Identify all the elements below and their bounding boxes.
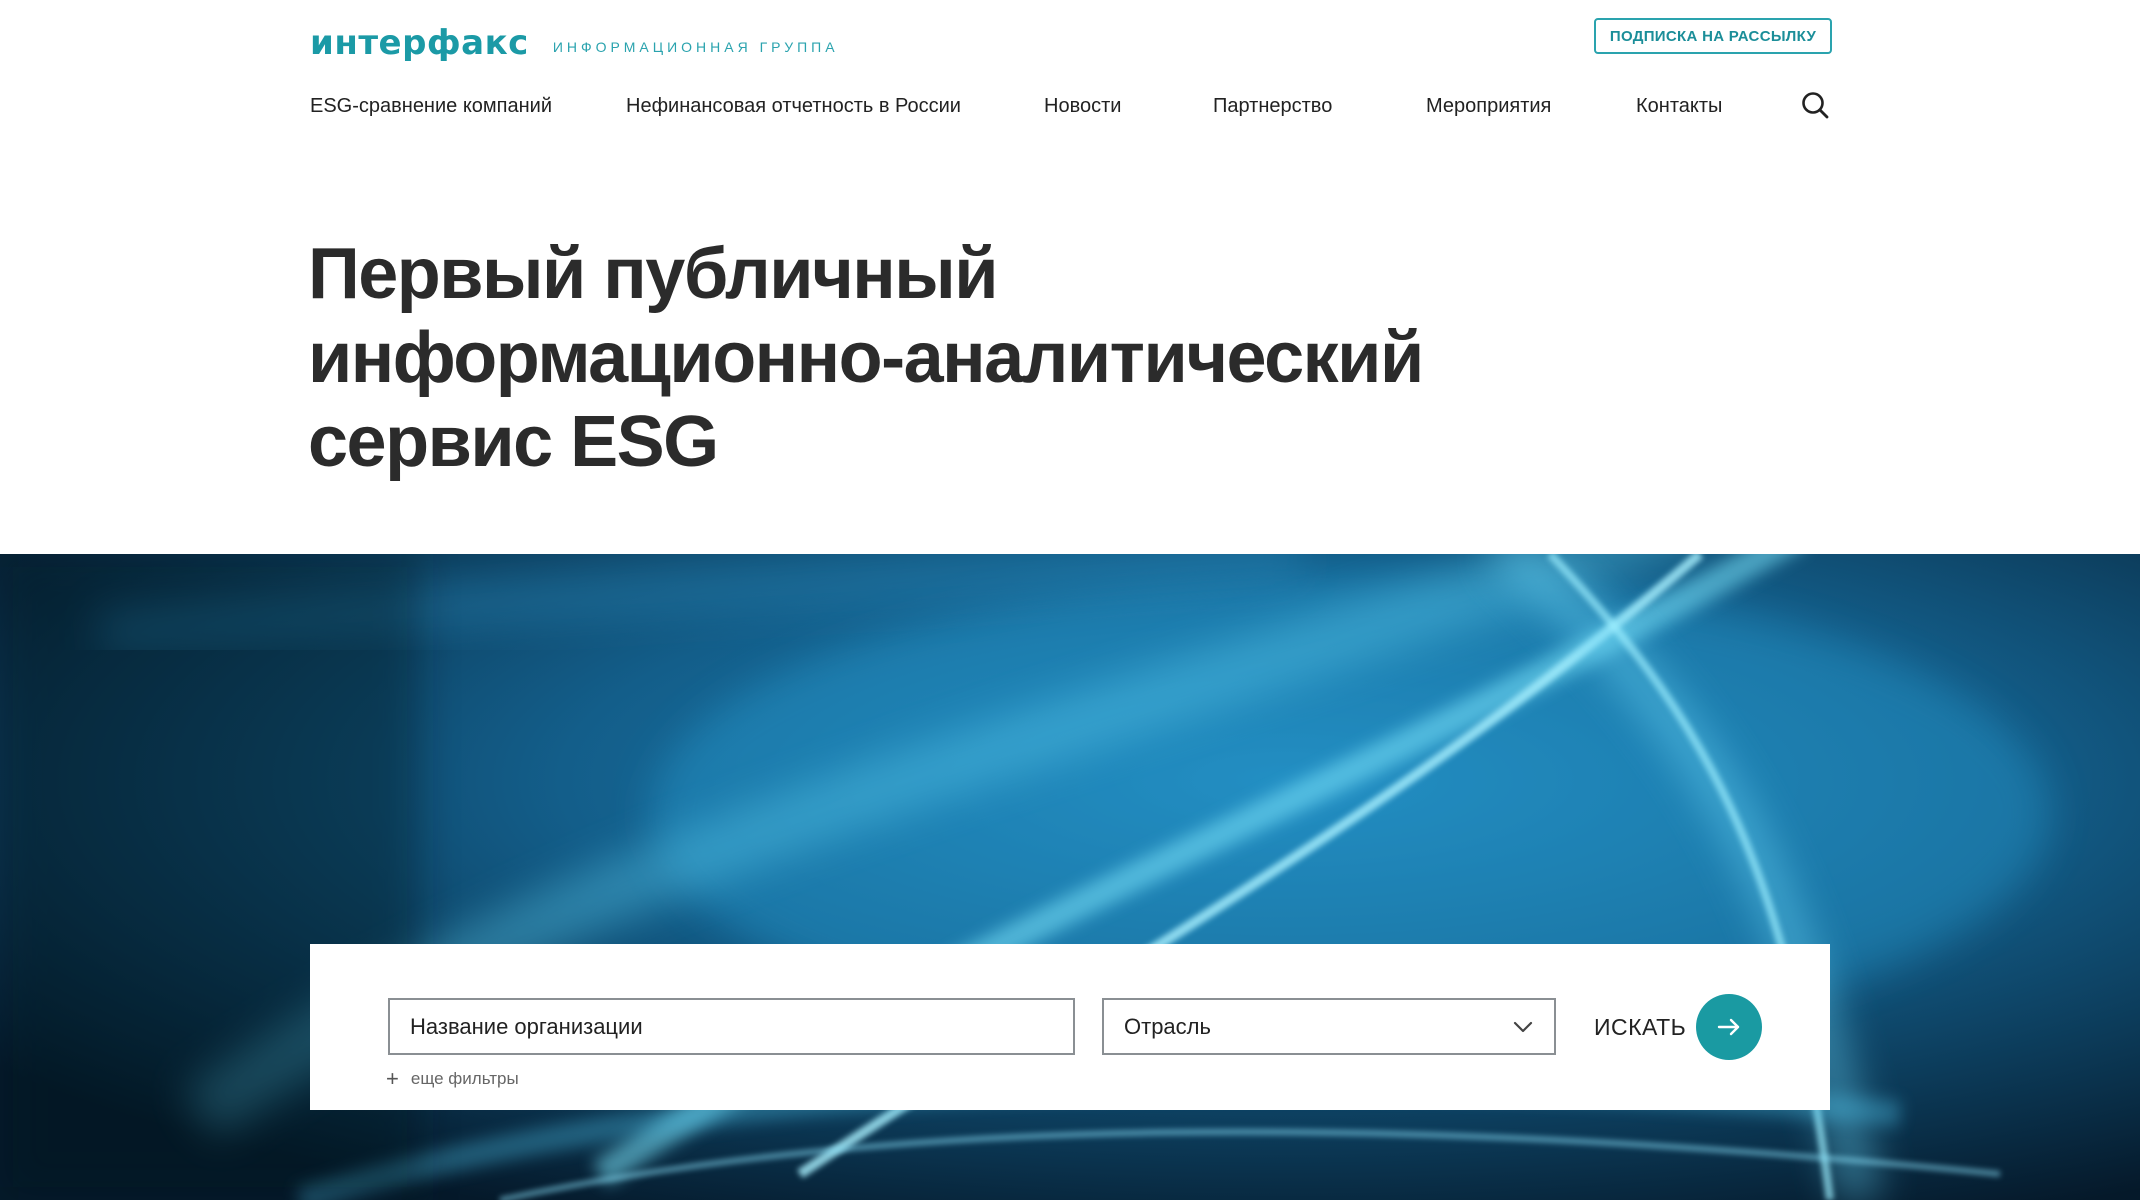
hero-title-line-1: Первый публичный <box>308 234 999 314</box>
nav-item-esg-comparison[interactable]: ESG-сравнение компаний <box>310 88 552 124</box>
more-filters-label: еще фильтры <box>410 1069 519 1088</box>
nav-item-news[interactable]: Новости <box>1044 88 1121 124</box>
organization-name-input[interactable] <box>388 998 1075 1055</box>
nav-item-events[interactable]: Мероприятия <box>1426 88 1551 124</box>
hero-title-line-3: сервис ESG <box>308 402 719 482</box>
search-button-label[interactable]: ИСКАТЬ <box>1594 1014 1686 1041</box>
arrow-right-icon <box>1717 1018 1740 1036</box>
nav-item-contacts[interactable]: Контакты <box>1636 88 1722 124</box>
logo-subtitle: ИНФОРМАЦИОННАЯ ГРУППА <box>552 39 839 55</box>
subscribe-button[interactable]: ПОДПИСКА НА РАССЫЛКУ <box>1594 18 1832 54</box>
more-filters-link[interactable]: + еще фильтры <box>386 1068 519 1090</box>
nav-item-nonfinancial-reporting[interactable]: Нефинансовая отчетность в России <box>626 88 961 124</box>
hero-title-line-2: информационно-аналитический <box>308 318 1424 398</box>
industry-select[interactable]: Отрасль <box>1102 998 1556 1055</box>
interfax-logo[interactable]: интерфакс ИНФОРМАЦИОННАЯ ГРУППА <box>310 8 839 64</box>
search-panel: Отрасль ИСКАТЬ + еще фильтры <box>310 944 1830 1110</box>
chevron-down-icon <box>1513 1021 1533 1033</box>
nav-item-partnership[interactable]: Партнерство <box>1213 88 1332 124</box>
plus-icon: + <box>386 1066 399 1091</box>
logo-wordmark: интерфакс <box>310 23 529 63</box>
search-submit-button[interactable] <box>1696 994 1762 1060</box>
site-header: интерфакс ИНФОРМАЦИОННАЯ ГРУППА ПОДПИСКА… <box>0 0 2140 140</box>
hero-title: Первый публичный информационно-аналитиче… <box>308 232 1608 484</box>
search-icon[interactable] <box>1800 90 1830 120</box>
industry-select-value: Отрасль <box>1124 1013 1211 1039</box>
